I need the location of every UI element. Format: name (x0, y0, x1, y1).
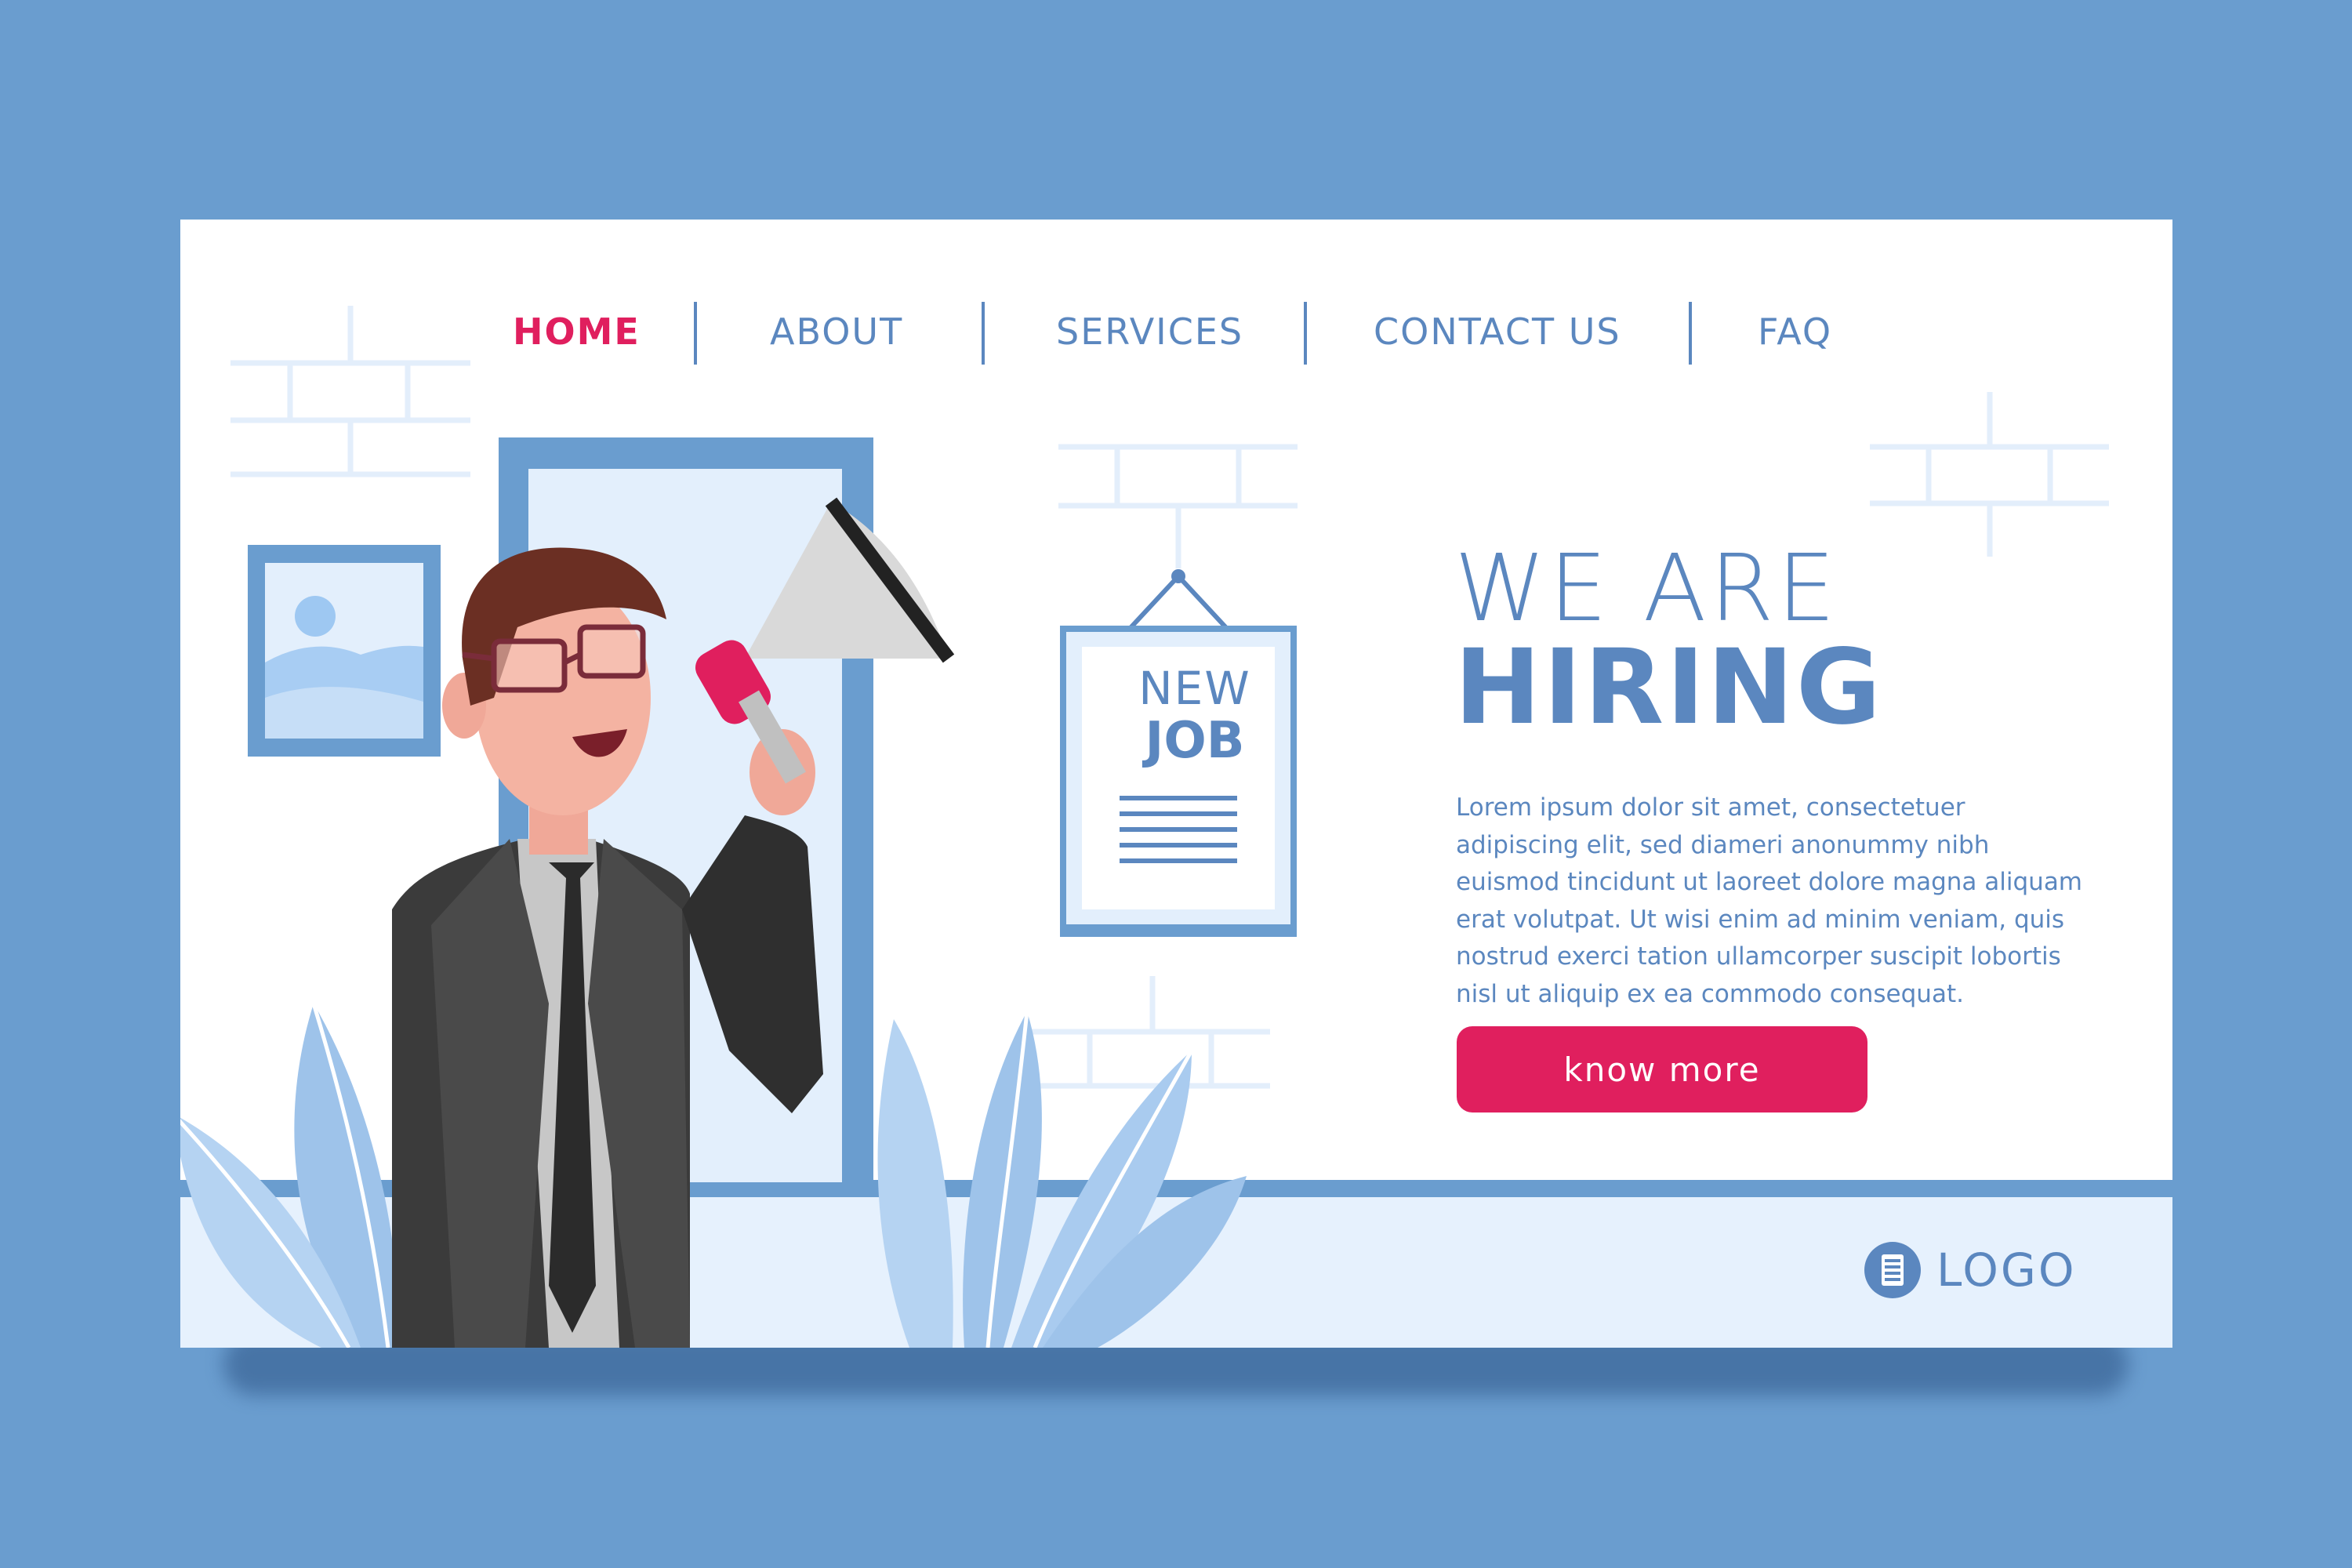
hero-description: Lorem ipsum dolor sit amet, consectetuer… (1456, 793, 2083, 1008)
site-logo[interactable]: LOGO (1864, 1242, 2077, 1298)
hero-title-line1: WE ARE (1454, 534, 1839, 642)
nav-separator (982, 302, 985, 365)
nav-home[interactable]: HOME (513, 304, 641, 359)
nav-separator (1689, 302, 1692, 365)
sign-line-new: NEW (1138, 662, 1251, 715)
hero-title-line2: HIRING (1454, 627, 1884, 748)
know-more-button[interactable]: know more (1457, 1026, 1867, 1112)
brick-pattern-left (230, 306, 470, 477)
brick-pattern-mid (1058, 444, 1298, 568)
sign-line-job: JOB (1145, 712, 1245, 770)
landing-page: HOME ABOUT SERVICES CONTACT US FAQ NEW J… (180, 220, 2172, 1348)
wall-picture (248, 545, 441, 757)
hero-illustration (180, 306, 2172, 1348)
document-icon (1864, 1242, 1921, 1298)
nav-separator (694, 302, 697, 365)
logo-text: LOGO (1936, 1243, 2077, 1297)
nav-faq[interactable]: FAQ (1758, 304, 1832, 359)
nav-contact-us[interactable]: CONTACT US (1374, 304, 1621, 359)
nav-about[interactable]: ABOUT (770, 304, 903, 359)
brick-pattern-right (1870, 392, 2109, 557)
nav-services[interactable]: SERVICES (1056, 304, 1243, 359)
brick-pattern-bottom (1031, 976, 1270, 1089)
nav-separator (1304, 302, 1307, 365)
